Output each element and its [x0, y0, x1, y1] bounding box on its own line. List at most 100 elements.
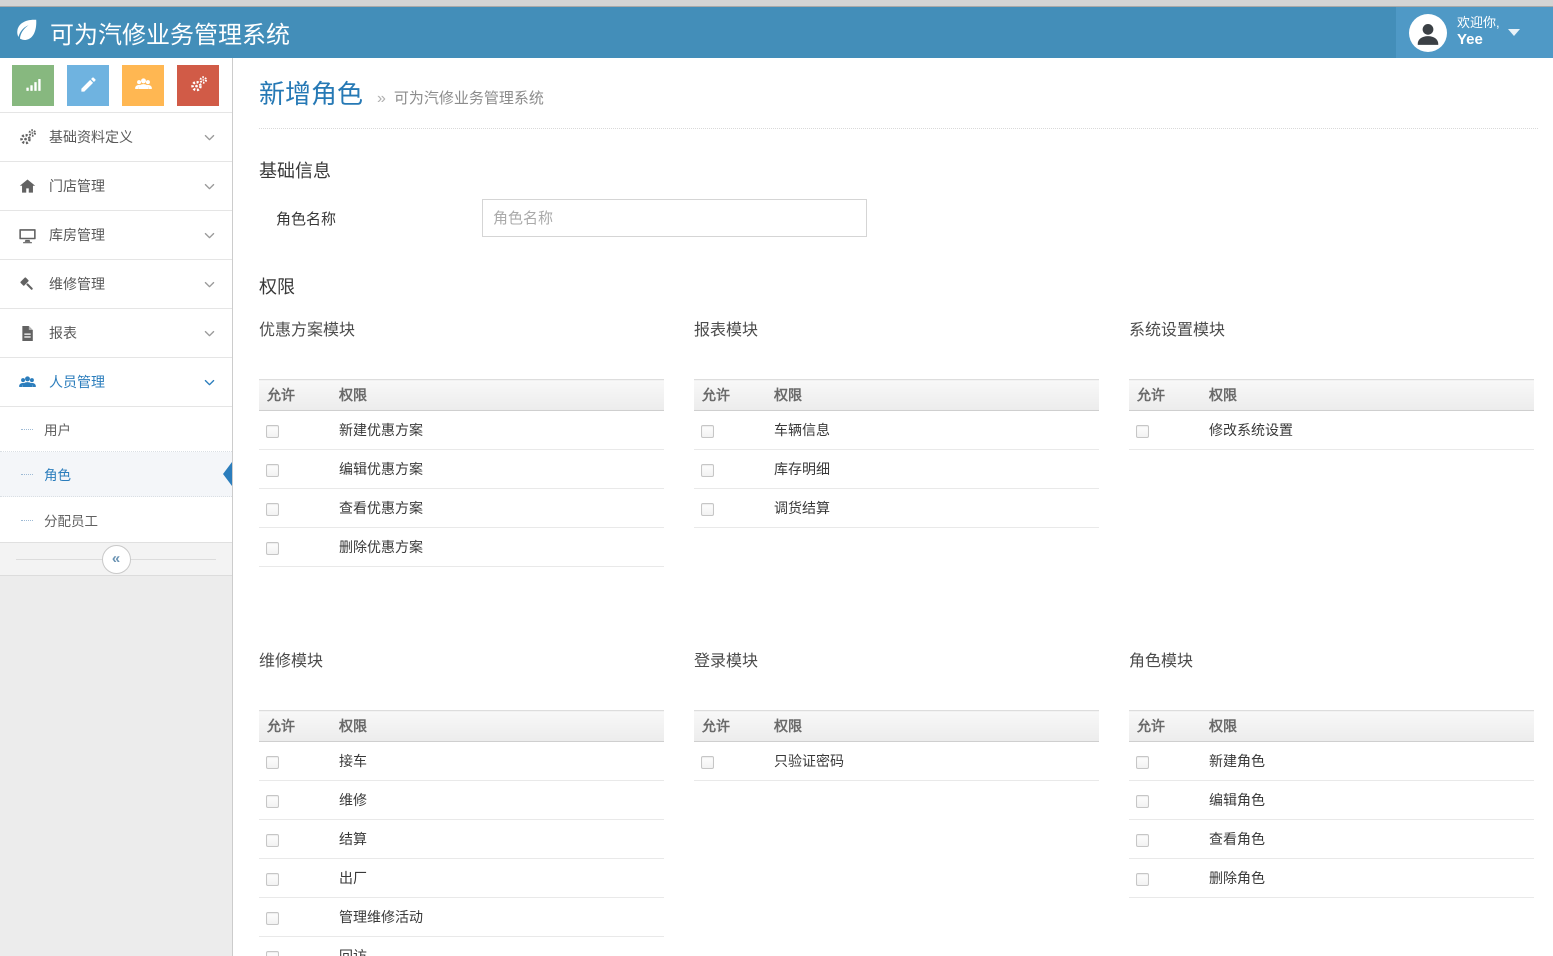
users-icon: [18, 373, 37, 392]
column-header-allow: 允许: [259, 380, 332, 411]
permissions-table: 允许权限接车维修结算出厂管理维修活动回访: [259, 710, 664, 956]
permissions-table: 允许权限车辆信息库存明细调货结算: [694, 379, 1099, 528]
column-header-permission: 权限: [767, 380, 1099, 411]
column-header-permission: 权限: [1202, 711, 1534, 742]
permission-label: 维修: [332, 781, 664, 820]
column-header-allow: 允许: [694, 380, 767, 411]
sidebar-collapse-bar: «: [0, 542, 232, 575]
table-row: 库存明细: [694, 450, 1099, 489]
table-row: 编辑角色: [1129, 781, 1534, 820]
permission-checkbox[interactable]: [266, 756, 279, 769]
sidebar-item-base-data[interactable]: 基础资料定义: [0, 113, 232, 162]
permission-checkbox[interactable]: [266, 542, 279, 555]
permission-checkbox[interactable]: [266, 873, 279, 886]
permission-label: 接车: [332, 742, 664, 781]
column-header-permission: 权限: [767, 711, 1099, 742]
sidebar-collapse-button[interactable]: «: [102, 545, 131, 574]
sidebar-subitem-assign-staff[interactable]: 分配员工: [0, 497, 232, 542]
sidebar-item-warehouse[interactable]: 库房管理: [0, 211, 232, 260]
section-title-permissions: 权限: [259, 275, 1538, 299]
pencil-icon: [79, 75, 98, 97]
role-name-input[interactable]: [482, 199, 867, 237]
users-icon: [134, 75, 153, 97]
shortcut-members-button[interactable]: [122, 65, 164, 106]
column-header-permission: 权限: [1202, 380, 1534, 411]
permission-checkbox[interactable]: [701, 425, 714, 438]
sidebar-submenu-staff: 用户角色分配员工: [0, 407, 232, 542]
file-icon: [18, 324, 37, 343]
permission-checkbox[interactable]: [1136, 834, 1149, 847]
table-row: 编辑优惠方案: [259, 450, 664, 489]
table-row: 管理维修活动: [259, 898, 664, 937]
desktop-icon: [18, 226, 37, 245]
permission-checkbox[interactable]: [266, 912, 279, 925]
permissions-table: 允许权限修改系统设置: [1129, 379, 1534, 450]
module-title: 报表模块: [694, 320, 1099, 342]
sidebar-subitem-users[interactable]: 用户: [0, 407, 232, 452]
shortcut-settings-button[interactable]: [177, 65, 219, 106]
permission-label: 编辑角色: [1202, 781, 1534, 820]
sidebar: 基础资料定义门店管理库房管理维修管理报表人员管理用户角色分配员工 «: [0, 58, 233, 956]
chevron-down-icon: [202, 228, 217, 243]
permission-checkbox[interactable]: [1136, 873, 1149, 886]
sidebar-item-repair[interactable]: 维修管理: [0, 260, 232, 309]
leaf-icon: [14, 16, 40, 49]
permission-checkbox[interactable]: [701, 756, 714, 769]
breadcrumb: 可为汽修业务管理系统: [394, 87, 544, 108]
permission-checkbox[interactable]: [266, 503, 279, 516]
column-header-permission: 权限: [332, 711, 664, 742]
browser-top-strip: [0, 0, 1553, 7]
permission-label: 修改系统设置: [1202, 411, 1534, 450]
column-header-allow: 允许: [259, 711, 332, 742]
permission-checkbox[interactable]: [266, 464, 279, 477]
sidebar-item-label: 门店管理: [49, 176, 105, 196]
module-title: 优惠方案模块: [259, 320, 664, 342]
shortcut-edit-button[interactable]: [67, 65, 109, 106]
permission-checkbox[interactable]: [266, 951, 279, 956]
column-header-allow: 允许: [1129, 711, 1202, 742]
module-system-settings: 系统设置模块允许权限修改系统设置: [1129, 320, 1534, 450]
table-row: 结算: [259, 820, 664, 859]
chevron-down-icon: [202, 375, 217, 390]
sidebar-subitem-label: 用户: [44, 419, 71, 439]
permission-label: 结算: [332, 820, 664, 859]
caret-down-icon: [1508, 29, 1520, 36]
shortcut-stats-button[interactable]: [12, 65, 54, 106]
chevron-down-icon: [202, 277, 217, 292]
sidebar-item-staff[interactable]: 人员管理: [0, 358, 232, 407]
table-row: 删除角色: [1129, 859, 1534, 898]
table-row: 出厂: [259, 859, 664, 898]
table-row: 车辆信息: [694, 411, 1099, 450]
sidebar-subitem-label: 分配员工: [44, 510, 98, 530]
module-title: 角色模块: [1129, 651, 1534, 673]
table-row: 查看角色: [1129, 820, 1534, 859]
permission-label: 删除优惠方案: [332, 528, 664, 567]
sidebar-item-reports[interactable]: 报表: [0, 309, 232, 358]
permission-checkbox[interactable]: [1136, 756, 1149, 769]
permission-checkbox[interactable]: [1136, 425, 1149, 438]
sidebar-item-stores[interactable]: 门店管理: [0, 162, 232, 211]
permission-checkbox[interactable]: [701, 503, 714, 516]
sidebar-subitem-roles[interactable]: 角色: [0, 452, 232, 497]
permissions-table: 允许权限只验证密码: [694, 710, 1099, 781]
divider: [259, 128, 1538, 129]
permission-label: 管理维修活动: [332, 898, 664, 937]
table-row: 只验证密码: [694, 742, 1099, 781]
column-header-permission: 权限: [332, 380, 664, 411]
table-row: 调货结算: [694, 489, 1099, 528]
user-menu[interactable]: 欢迎你, Yee: [1396, 7, 1553, 58]
role-name-label: 角色名称: [259, 208, 482, 229]
permission-label: 新建优惠方案: [332, 411, 664, 450]
permission-checkbox[interactable]: [266, 834, 279, 847]
page-title: 新增角色: [259, 74, 363, 111]
permission-checkbox[interactable]: [1136, 795, 1149, 808]
column-header-allow: 允许: [1129, 380, 1202, 411]
permission-checkbox[interactable]: [266, 795, 279, 808]
permission-checkbox[interactable]: [701, 464, 714, 477]
chevron-down-icon: [202, 326, 217, 341]
permission-label: 回访: [332, 937, 664, 956]
table-row: 删除优惠方案: [259, 528, 664, 567]
module-repair: 维修模块允许权限接车维修结算出厂管理维修活动回访: [259, 651, 664, 956]
brand[interactable]: 可为汽修业务管理系统: [0, 15, 290, 50]
permission-checkbox[interactable]: [266, 425, 279, 438]
